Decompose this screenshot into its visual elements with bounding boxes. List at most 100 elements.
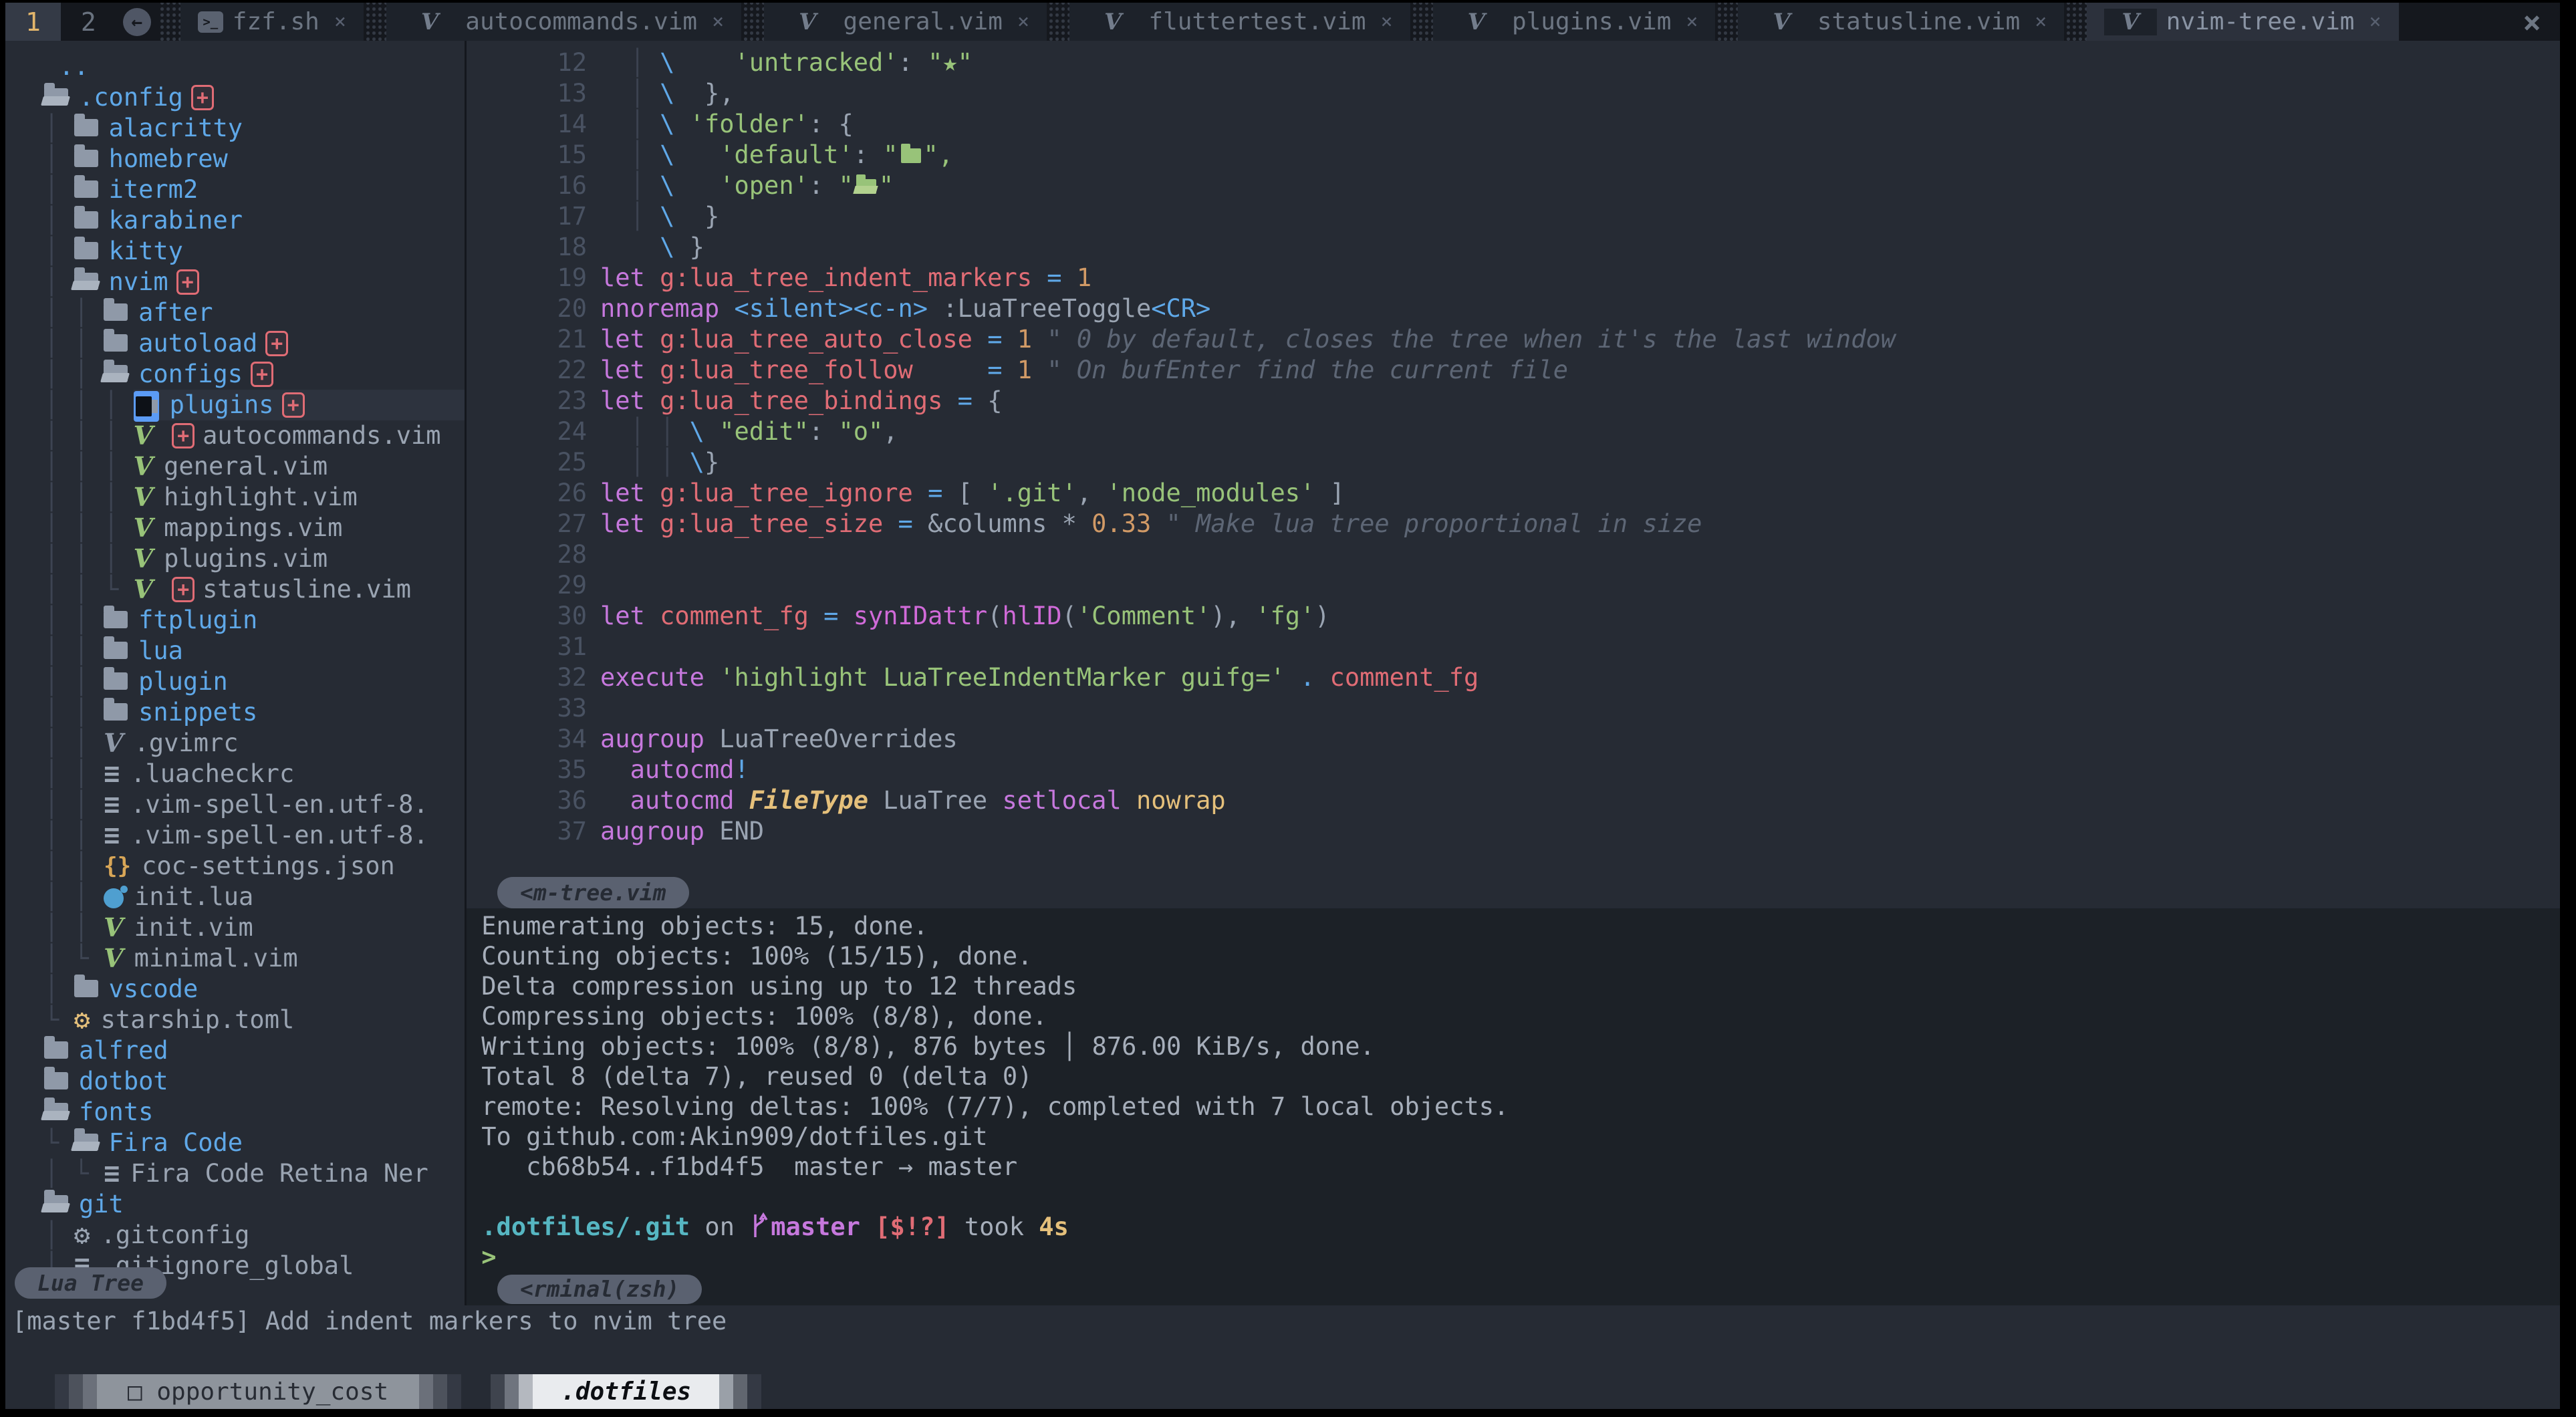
tmux-window-segment-1[interactable]: □ opportunity_cost bbox=[55, 1374, 461, 1409]
tab-close-icon[interactable]: × bbox=[1017, 10, 1029, 33]
code-line-21[interactable]: 21let g:lua_tree_auto_close = 1 " 0 by d… bbox=[467, 324, 2560, 355]
tree-item-Fira Code[interactable]: └ Fira Code bbox=[44, 1128, 465, 1158]
code-line-27[interactable]: 27let g:lua_tree_size = &columns * 0.33 … bbox=[467, 509, 2560, 539]
back-circle-arrow-icon[interactable]: ← bbox=[123, 8, 151, 36]
tmux-window-label[interactable]: □ opportunity_cost bbox=[97, 1374, 419, 1409]
tree-item-snippets[interactable]: │ │ snippets bbox=[44, 697, 465, 728]
editor-panel[interactable]: 12 │ \ 'untracked': "★"13 │ \ },14 │ \ '… bbox=[467, 41, 2560, 908]
tree-item-plugins.vim[interactable]: │ │ │ Vplugins.vim bbox=[44, 543, 465, 574]
tree-item-..[interactable]: .. bbox=[44, 51, 465, 82]
tree-item-autoload[interactable]: │ │ autoload+ bbox=[44, 328, 465, 359]
tree-item-.luacheckrc[interactable]: │ │ ≡.luacheckrc bbox=[44, 759, 465, 789]
code-line-15[interactable]: 15 │ \ 'default': "", bbox=[467, 140, 2560, 170]
tree-item-homebrew[interactable]: │ homebrew bbox=[44, 144, 465, 174]
terminal-line[interactable]: Total 8 (delta 7), reused 0 (delta 0) bbox=[467, 1061, 2560, 1091]
tree-item-alfred[interactable]: alfred bbox=[44, 1035, 465, 1066]
code-line-35[interactable]: 35 autocmd! bbox=[467, 755, 2560, 785]
tree-item-.gvimrc[interactable]: │ │ V.gvimrc bbox=[44, 728, 465, 759]
tree-item-statusline.vim[interactable]: │ │ └ V+statusline.vim bbox=[44, 574, 465, 605]
tab-close-icon[interactable]: × bbox=[2035, 10, 2047, 33]
tree-item-highlight.vim[interactable]: │ │ │ Vhighlight.vim bbox=[44, 482, 465, 513]
code-line-28[interactable]: 28 bbox=[467, 539, 2560, 570]
tree-item-lua[interactable]: │ │ lua bbox=[44, 636, 465, 666]
tree-item-vscode[interactable]: │ vscode bbox=[44, 974, 465, 1005]
tree-item-configs[interactable]: │ │ configs+ bbox=[44, 359, 465, 390]
code-line-13[interactable]: 13 │ \ }, bbox=[467, 78, 2560, 109]
code-line-19[interactable]: 19let g:lua_tree_indent_markers = 1 bbox=[467, 263, 2560, 293]
tree-item-fonts[interactable]: fonts bbox=[44, 1097, 465, 1128]
tree-item-alacritty[interactable]: │ alacritty bbox=[44, 113, 465, 144]
code-line-26[interactable]: 26let g:lua_tree_ignore = [ '.git', 'nod… bbox=[467, 478, 2560, 509]
terminal-line[interactable]: > bbox=[467, 1242, 2560, 1272]
code-line-16[interactable]: 16 │ \ 'open': "" bbox=[467, 170, 2560, 201]
tree-item-dotbot[interactable]: dotbot bbox=[44, 1066, 465, 1097]
code-line-34[interactable]: 34augroup LuaTreeOverrides bbox=[467, 724, 2560, 755]
tmux-repo-label[interactable]: .dotfiles bbox=[533, 1374, 719, 1409]
terminal-line[interactable]: Counting objects: 100% (15/15), done. bbox=[467, 941, 2560, 971]
terminal-line[interactable]: Delta compression using up to 12 threads bbox=[467, 971, 2560, 1001]
code-line-18[interactable]: 18 \ } bbox=[467, 232, 2560, 263]
terminal-line[interactable]: Compressing objects: 100% (8/8), done. bbox=[467, 1001, 2560, 1031]
tree-item-kitty[interactable]: │ kitty bbox=[44, 236, 465, 267]
tree-item-nvim[interactable]: │ nvim+ bbox=[44, 267, 465, 297]
tree-item-Fira Code Retina Ner[interactable]: │ └ ≡Fira Code Retina Ner bbox=[44, 1158, 465, 1189]
tab-fluttertest.vim[interactable]: Vfluttertest.vim× bbox=[1069, 3, 1410, 41]
tree-item-.vim-spell-en.utf-8.[interactable]: │ │ ≡.vim-spell-en.utf-8. bbox=[44, 820, 465, 851]
code-line-14[interactable]: 14 │ \ 'folder': { bbox=[467, 109, 2560, 140]
terminal-panel[interactable]: Enumerating objects: 15, done. Counting … bbox=[467, 908, 2560, 1305]
terminal-line[interactable]: Writing objects: 100% (8/8), 876 bytes │… bbox=[467, 1031, 2560, 1061]
tree-item-.config[interactable]: .config+ bbox=[44, 82, 465, 113]
terminal-line[interactable]: To github.com:Akin909/dotfiles.git bbox=[467, 1122, 2560, 1152]
code-line-33[interactable]: 33 bbox=[467, 693, 2560, 724]
code-line-23[interactable]: 23let g:lua_tree_bindings = { bbox=[467, 386, 2560, 416]
terminal-line[interactable]: remote: Resolving deltas: 100% (7/7), co… bbox=[467, 1091, 2560, 1122]
tree-item-coc-settings.json[interactable]: │ │ {}coc-settings.json bbox=[44, 851, 465, 882]
code-line-12[interactable]: 12 │ \ 'untracked': "★" bbox=[467, 47, 2560, 78]
tmux-window-number-1[interactable]: 1 bbox=[5, 3, 61, 41]
tab-close-icon[interactable]: × bbox=[1686, 10, 1698, 33]
tab-statusline.vim[interactable]: Vstatusline.vim× bbox=[1738, 3, 2064, 41]
code-line-22[interactable]: 22let g:lua_tree_follow = 1 " On bufEnte… bbox=[467, 355, 2560, 386]
tmux-window-segment-2[interactable]: .dotfiles bbox=[491, 1374, 761, 1409]
tab-close-icon[interactable]: × bbox=[2369, 10, 2381, 33]
tab-plugins.vim[interactable]: Vplugins.vim× bbox=[1433, 3, 1716, 41]
tree-item-init.vim[interactable]: │ │ Vinit.vim bbox=[44, 912, 465, 943]
tmux-window-number-2[interactable]: 2 bbox=[61, 3, 116, 41]
terminal-line[interactable]: .dotfiles/.git on master [$!?] took 4s bbox=[467, 1212, 2560, 1242]
tree-item-ftplugin[interactable]: │ │ ftplugin bbox=[44, 605, 465, 636]
tab-autocommands.vim[interactable]: Vautocommands.vim× bbox=[386, 3, 741, 41]
tree-item-.gitconfig[interactable]: │ ⚙.gitconfig bbox=[44, 1220, 465, 1251]
tree-item-plugins[interactable]: │ │ │ plugins+ bbox=[44, 390, 465, 420]
code-line-17[interactable]: 17 │ \ } bbox=[467, 201, 2560, 232]
tab-fzf.sh[interactable]: >_fzf.sh× bbox=[180, 3, 364, 41]
tree-item-init.lua[interactable]: │ │ init.lua bbox=[44, 882, 465, 912]
tree-item-general.vim[interactable]: │ │ │ Vgeneral.vim bbox=[44, 451, 465, 482]
code-line-30[interactable]: 30let comment_fg = synIDattr(hlID('Comme… bbox=[467, 601, 2560, 632]
tree-item-after[interactable]: │ │ after bbox=[44, 297, 465, 328]
code-line-32[interactable]: 32execute 'highlight LuaTreeIndentMarker… bbox=[467, 662, 2560, 693]
tree-item-autocommands.vim[interactable]: │ │ │ V+autocommands.vim bbox=[44, 420, 465, 451]
tab-general.vim[interactable]: Vgeneral.vim× bbox=[764, 3, 1047, 41]
tab-close-icon[interactable]: × bbox=[1381, 10, 1393, 33]
tree-item-mappings.vim[interactable]: │ │ │ Vmappings.vim bbox=[44, 513, 465, 543]
code-line-29[interactable]: 29 bbox=[467, 570, 2560, 601]
tree-item-plugin[interactable]: │ │ plugin bbox=[44, 666, 465, 697]
code-line-36[interactable]: 36 autocmd FileType LuaTree setlocal now… bbox=[467, 785, 2560, 816]
tab-nvim-tree.vim[interactable]: Vnvim-tree.vim× bbox=[2087, 3, 2398, 41]
terminal-line[interactable]: cb68b54..f1bd4f5 master → master bbox=[467, 1152, 2560, 1182]
terminal-line[interactable] bbox=[467, 1182, 2560, 1212]
code-line-31[interactable]: 31 bbox=[467, 632, 2560, 662]
tree-item-git[interactable]: git bbox=[44, 1189, 465, 1220]
file-tree-panel[interactable]: ...config+│ alacritty│ homebrew│ iterm2│… bbox=[5, 41, 467, 1305]
tree-item-starship.toml[interactable]: └ ⚙starship.toml bbox=[44, 1005, 465, 1035]
tree-item-minimal.vim[interactable]: │ └ Vminimal.vim bbox=[44, 943, 465, 974]
tab-close-icon[interactable]: × bbox=[334, 10, 346, 33]
close-all-icon[interactable]: × bbox=[2523, 4, 2541, 40]
terminal-line[interactable]: Enumerating objects: 15, done. bbox=[467, 911, 2560, 941]
code-line-24[interactable]: 24 │ │ \ "edit": "o", bbox=[467, 416, 2560, 447]
tree-item-karabiner[interactable]: │ karabiner bbox=[44, 205, 465, 236]
tree-item-iterm2[interactable]: │ iterm2 bbox=[44, 174, 465, 205]
tree-item-.vim-spell-en.utf-8.[interactable]: │ │ ≡.vim-spell-en.utf-8. bbox=[44, 789, 465, 820]
code-line-25[interactable]: 25 │ │ \} bbox=[467, 447, 2560, 478]
tab-close-icon[interactable]: × bbox=[712, 10, 724, 33]
